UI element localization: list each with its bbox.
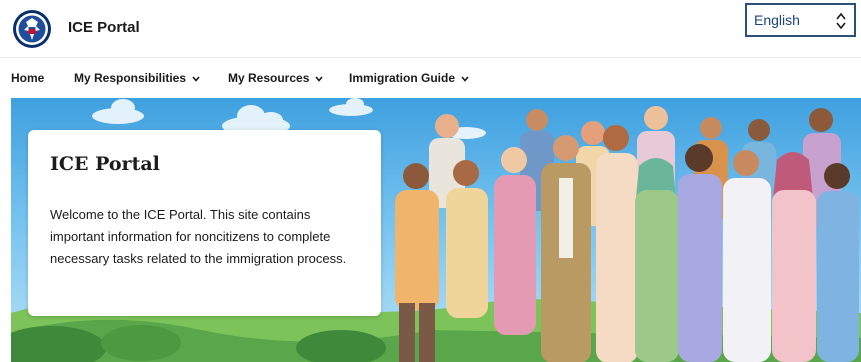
nav-item-my-responsibilities[interactable]: My Responsibilities — [74, 71, 200, 85]
language-select-value: English — [754, 12, 800, 28]
hero-description: Welcome to the ICE Portal. This site con… — [50, 207, 347, 266]
hero-title: ICE Portal — [50, 153, 160, 175]
chevron-down-icon — [315, 76, 323, 82]
language-select[interactable]: English — [745, 3, 856, 37]
nav-item-label: My Resources — [228, 71, 310, 85]
chevron-down-icon — [461, 76, 469, 82]
site-header: ICE Portal English — [0, 0, 861, 57]
nav-item-home[interactable]: Home — [11, 71, 44, 85]
nav-item-label: Immigration Guide — [349, 71, 456, 85]
chevron-down-icon — [192, 76, 200, 82]
select-arrows-icon — [836, 12, 846, 30]
hero-card: ICE Portal Welcome to the ICE Portal. Th… — [28, 130, 381, 316]
nav-item-label: Home — [11, 71, 45, 85]
nav-item-label: My Responsibilities — [74, 71, 187, 85]
site-title[interactable]: ICE Portal — [68, 19, 140, 36]
dhs-seal-icon[interactable] — [12, 9, 52, 49]
nav-item-immigration-guide[interactable]: Immigration Guide — [349, 71, 469, 85]
nav-item-my-resources[interactable]: My Resources — [228, 71, 323, 85]
primary-nav: Home My Responsibilities My Resources Im… — [0, 57, 861, 98]
